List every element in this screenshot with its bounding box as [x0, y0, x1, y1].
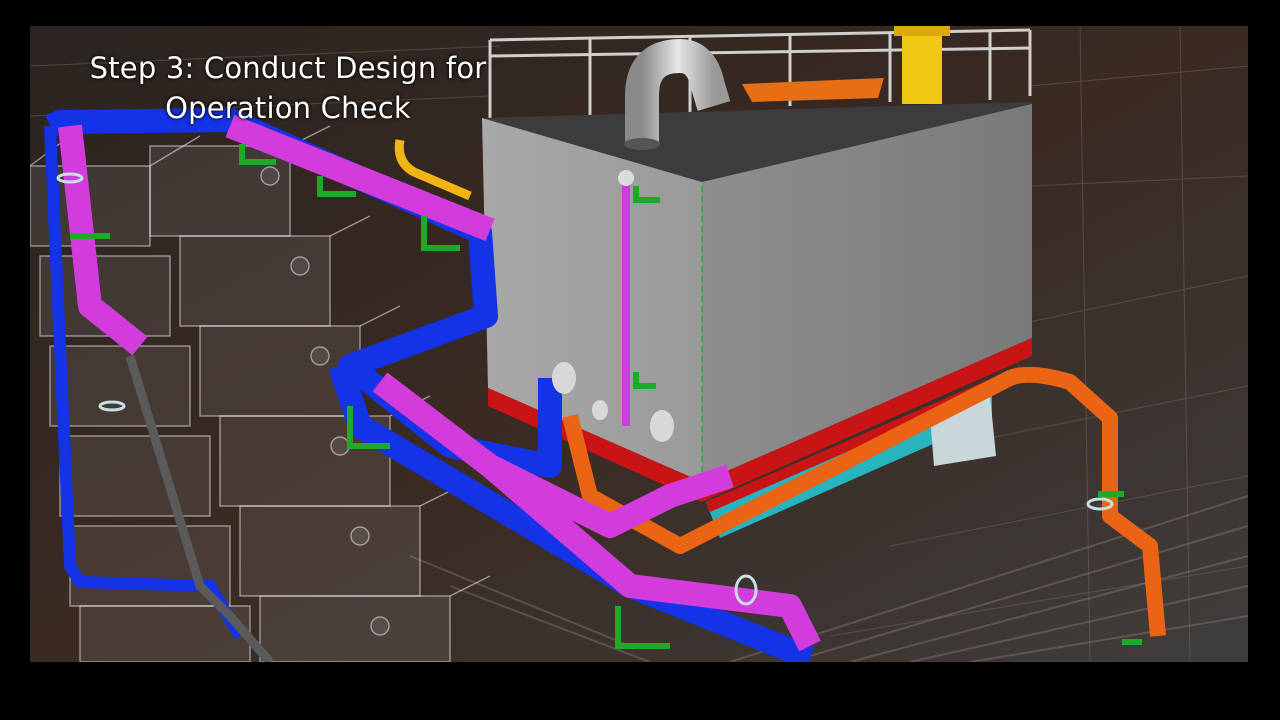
yellow-stack: [902, 26, 942, 104]
caption-line-1: Step 3: Conduct Design for: [89, 51, 487, 85]
video-frame: Step 3: Conduct Design for Operation Che…: [30, 26, 1248, 662]
caption-line-2: Operation Check: [165, 91, 411, 125]
flange-lower: [650, 410, 674, 442]
step-caption: Step 3: Conduct Design for Operation Che…: [60, 48, 516, 128]
flange-upper: [552, 362, 576, 394]
